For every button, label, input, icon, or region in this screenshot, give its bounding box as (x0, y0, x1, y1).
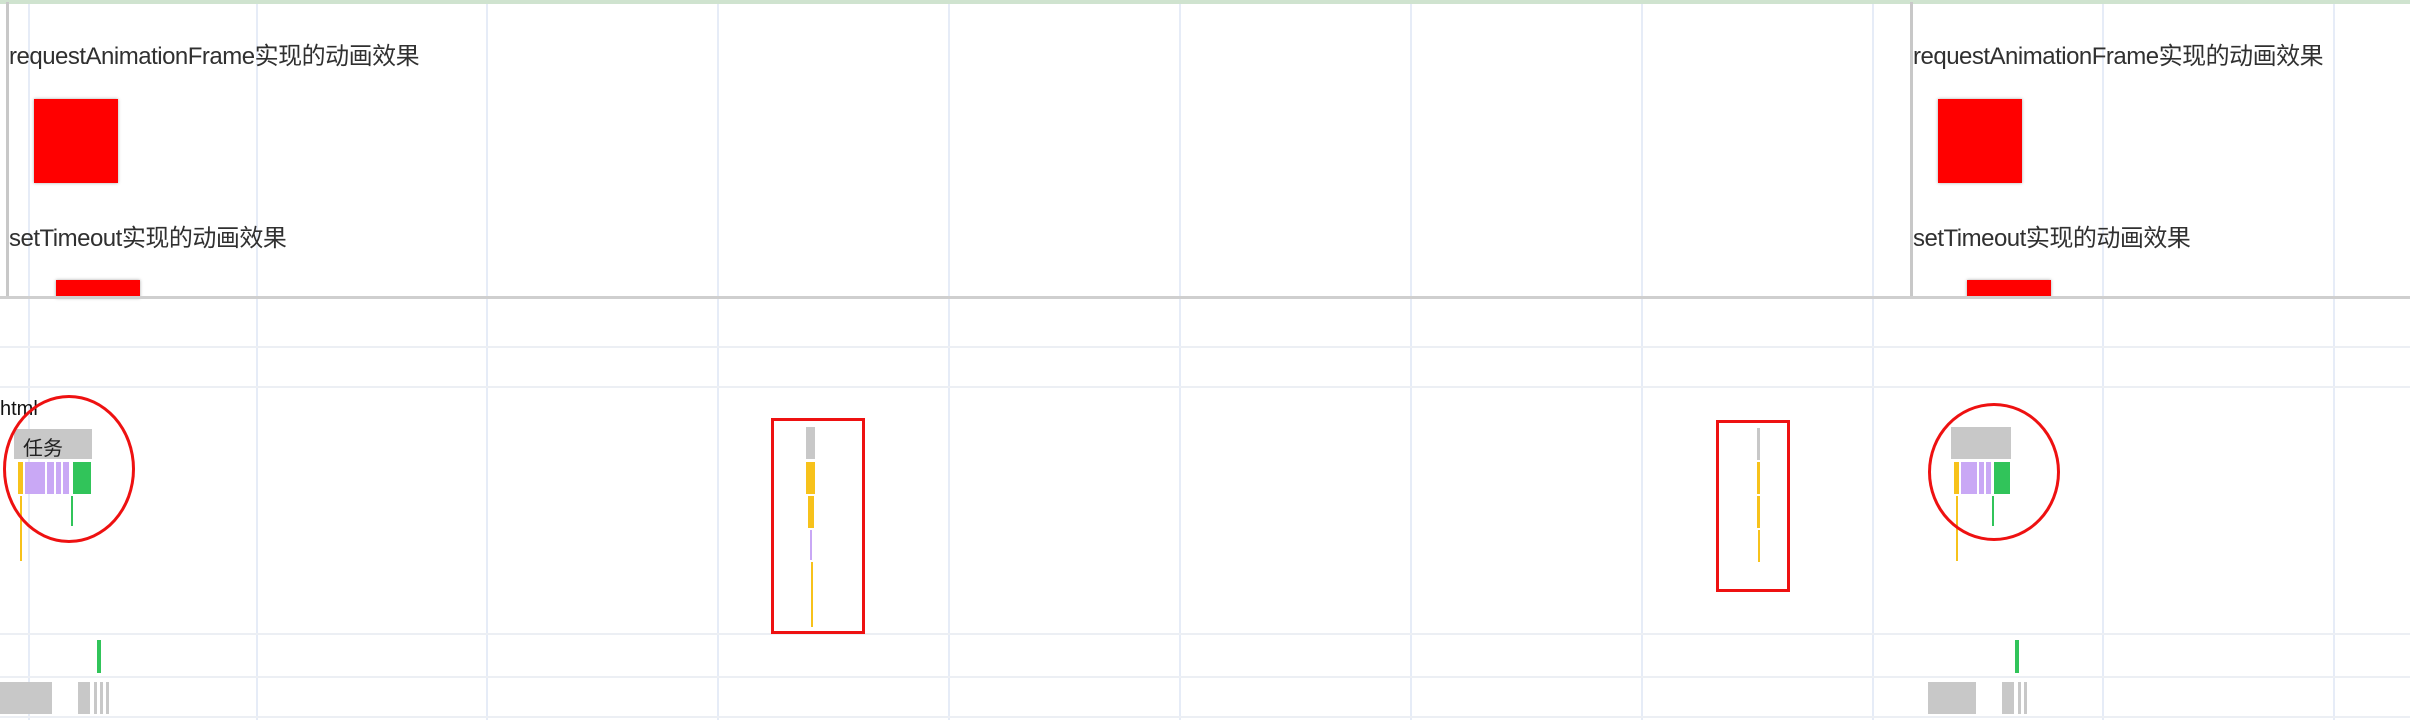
annotation-circle (3, 395, 135, 543)
frame-marker[interactable] (97, 640, 101, 673)
gpu-bar[interactable] (1928, 682, 1976, 714)
gpu-bar[interactable] (2002, 682, 2014, 714)
gpu-bar[interactable] (106, 682, 109, 714)
screenshots-bottom-border (0, 296, 2410, 299)
track-separator (0, 346, 2410, 348)
track-separator (0, 633, 2410, 635)
gpu-bar[interactable] (2018, 682, 2021, 714)
screenshot-frame[interactable]: requestAnimationFrame实现的动画效果 setTimeout实… (1913, 2, 2410, 298)
gpu-bar[interactable] (78, 682, 90, 714)
track-separator (0, 386, 2410, 388)
timeout-caption: setTimeout实现的动画效果 (1913, 225, 2191, 252)
track-separator (0, 676, 2410, 678)
raf-caption: requestAnimationFrame实现的动画效果 (1913, 43, 2324, 70)
gpu-bar[interactable] (2024, 682, 2027, 714)
raf-caption: requestAnimationFrame实现的动画效果 (9, 43, 420, 70)
track-separator (0, 716, 2410, 718)
screenshot-frame[interactable]: requestAnimationFrame实现的动画效果 setTimeout实… (9, 2, 1909, 298)
gpu-bar[interactable] (94, 682, 97, 714)
gpu-bar[interactable] (0, 682, 52, 714)
gpu-bar[interactable] (100, 682, 103, 714)
annotation-box (771, 418, 865, 634)
annotation-circle (1928, 403, 2060, 541)
raf-animated-box (1938, 99, 2022, 183)
frame-marker[interactable] (2015, 640, 2019, 673)
raf-animated-box (34, 99, 118, 183)
timeout-caption: setTimeout实现的动画效果 (9, 225, 287, 252)
annotation-box (1716, 420, 1790, 592)
